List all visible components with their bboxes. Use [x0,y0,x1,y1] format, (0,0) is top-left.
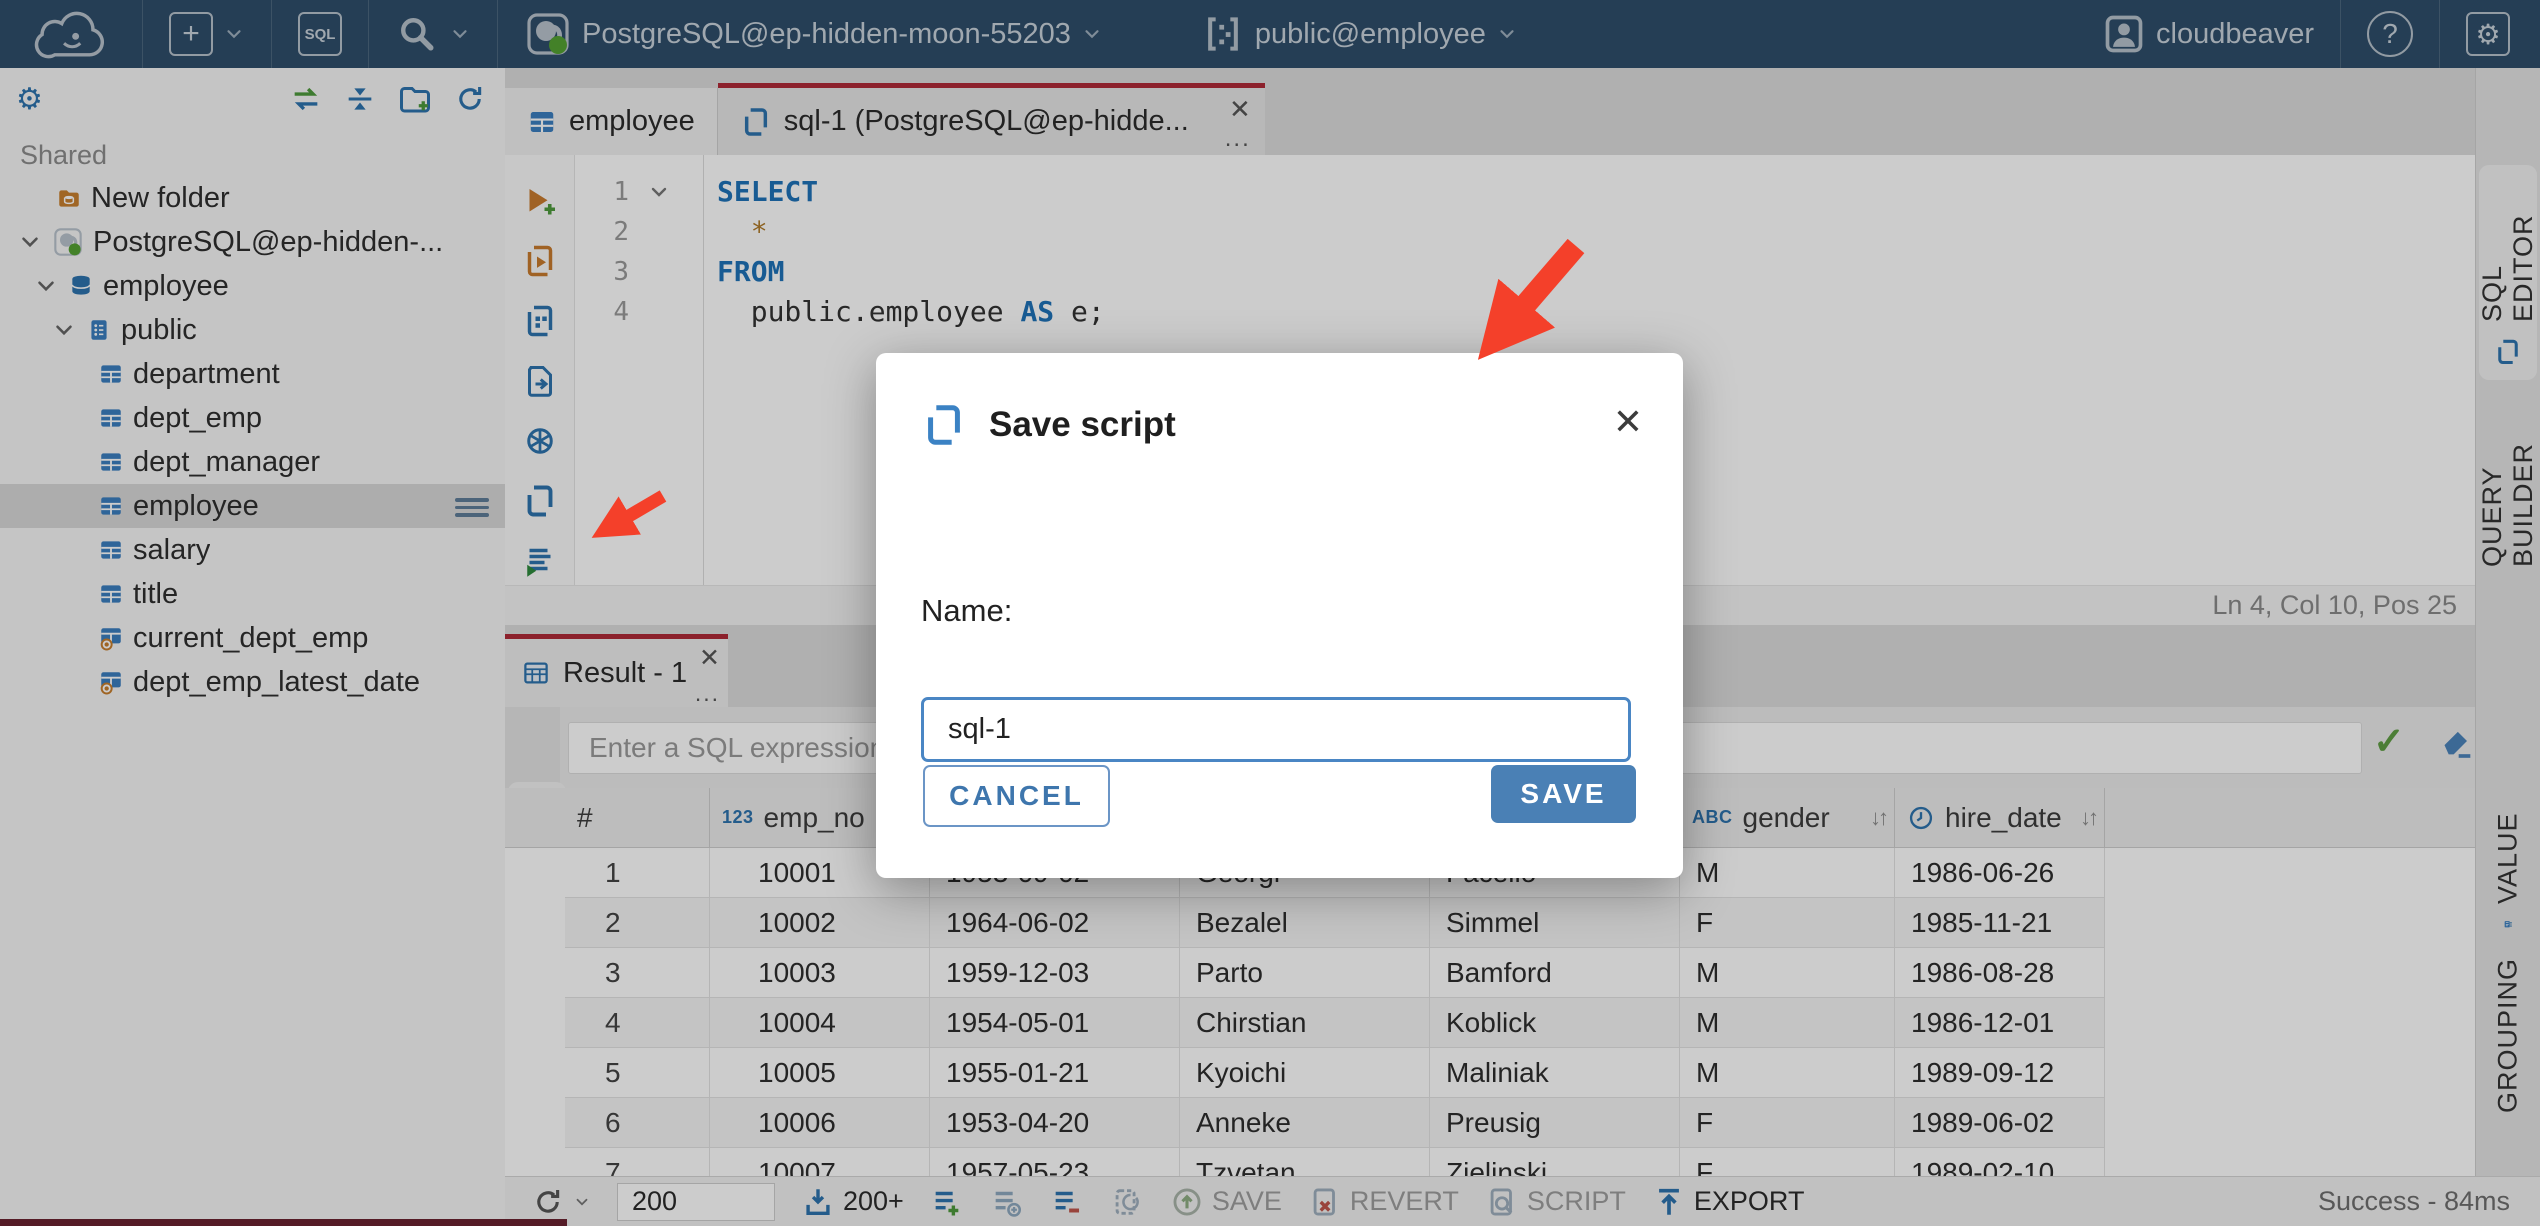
cancel-button[interactable]: CANCEL [923,765,1110,827]
cloudbeaver-app: + SQL PostgreSQL@ep-hidden-moon-55203 pu… [0,0,2540,1226]
script-name-input[interactable] [921,697,1631,762]
name-label: Name: [921,593,1013,628]
save-script-dialog: Save script ✕ Name: CANCEL SAVE [876,353,1683,878]
script-icon [921,402,967,448]
close-icon[interactable]: ✕ [1613,401,1643,443]
dialog-title: Save script [989,405,1176,444]
dialog-header: Save script ✕ [921,395,1643,455]
save-button[interactable]: SAVE [1491,765,1636,823]
